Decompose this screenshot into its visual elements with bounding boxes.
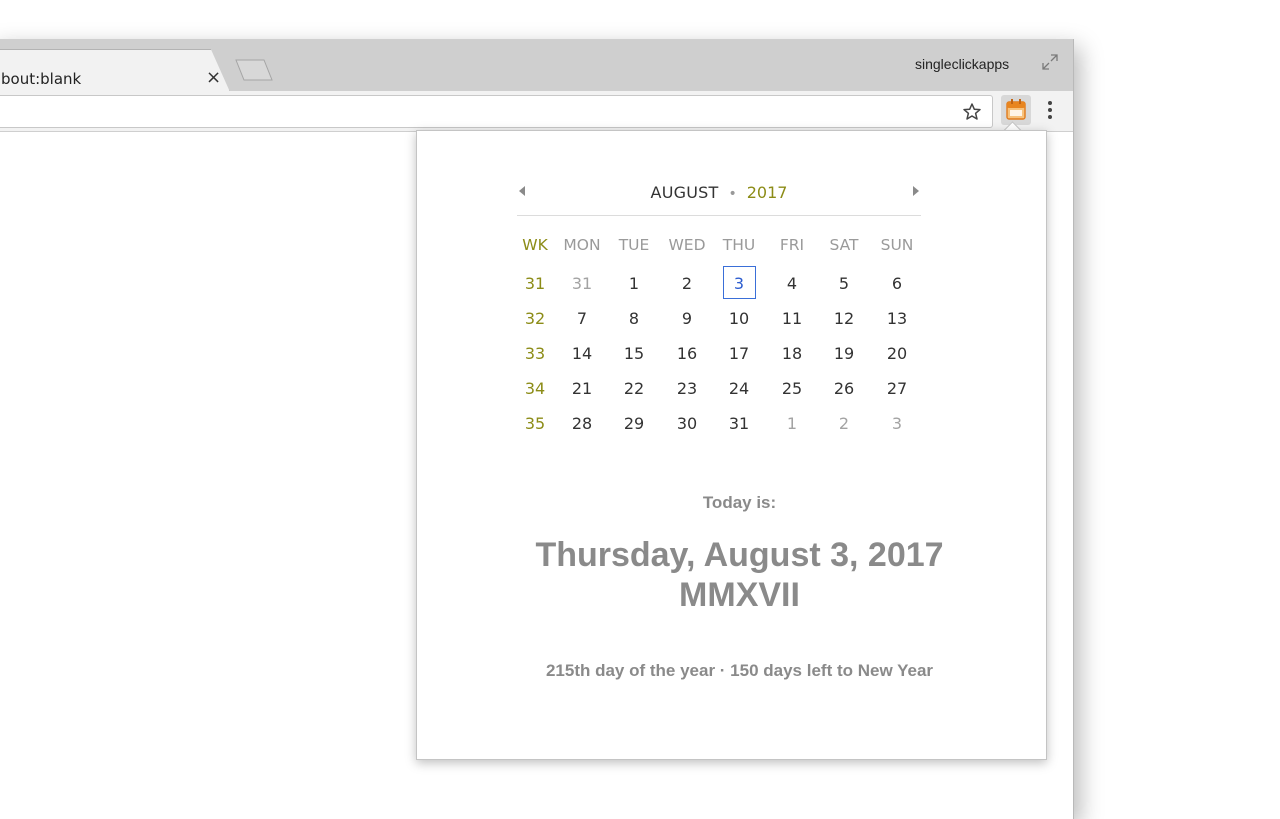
week-number: 33	[524, 344, 546, 363]
header-mon: MON	[563, 236, 601, 254]
next-month-icon[interactable]	[911, 185, 921, 197]
day-cell[interactable]: 9	[662, 301, 712, 336]
today-date: Thursday, August 3, 2017	[535, 536, 944, 574]
calendar-header: AUGUST • 2017	[517, 175, 921, 216]
month-year-separator: •	[728, 186, 737, 202]
header-tue: TUE	[618, 236, 650, 254]
day-cell[interactable]: 21	[557, 371, 607, 406]
menu-icon[interactable]	[1042, 98, 1058, 122]
today-day-label: 3	[722, 266, 756, 299]
day-cell[interactable]: 5	[819, 266, 869, 301]
today-label: Today is:	[702, 493, 777, 512]
week-row: 32 7 8 9 10 11 12 13	[510, 301, 930, 336]
toolbar	[0, 91, 1073, 132]
day-cell[interactable]: 20	[872, 336, 922, 371]
fullscreen-icon[interactable]	[1040, 52, 1060, 72]
day-cell[interactable]: 22	[609, 371, 659, 406]
calendar-grid: WK MON TUE WED THU FRI SAT SUN 31 31 1 2…	[510, 226, 930, 441]
day-cell[interactable]: 29	[609, 406, 659, 441]
day-cell[interactable]: 8	[609, 301, 659, 336]
header-sat: SAT	[829, 236, 859, 254]
tab-active[interactable]: bout:blank ×	[0, 49, 230, 92]
tab-title: bout:blank	[1, 70, 82, 88]
day-cell[interactable]: 24	[714, 371, 764, 406]
day-cell[interactable]: 2	[662, 266, 712, 301]
header-wed: WED	[668, 236, 706, 254]
week-row: 35 28 29 30 31 1 2 3	[510, 406, 930, 441]
day-cell[interactable]: 31	[557, 266, 607, 301]
day-cell[interactable]: 17	[714, 336, 764, 371]
day-cell[interactable]: 28	[557, 406, 607, 441]
calendar-icon	[1006, 99, 1026, 120]
day-cell[interactable]: 23	[662, 371, 712, 406]
day-cell[interactable]: 1	[767, 406, 817, 441]
day-cell[interactable]: 1	[609, 266, 659, 301]
day-cell-today[interactable]: 3	[714, 266, 764, 301]
day-cell[interactable]: 27	[872, 371, 922, 406]
month-year: AUGUST • 2017	[517, 183, 921, 202]
header-thu: THU	[722, 236, 756, 254]
day-cell[interactable]: 31	[714, 406, 764, 441]
day-cell[interactable]: 18	[767, 336, 817, 371]
calendar-extension-button[interactable]	[1001, 95, 1031, 125]
year-label[interactable]: 2017	[747, 183, 788, 202]
day-cell[interactable]: 4	[767, 266, 817, 301]
day-cell[interactable]: 3	[872, 406, 922, 441]
day-cell[interactable]: 10	[714, 301, 764, 336]
month-label[interactable]: AUGUST	[651, 183, 719, 202]
day-cell[interactable]: 13	[872, 301, 922, 336]
title-bar: bout:blank × singleclickapps	[0, 39, 1073, 92]
weekday-header-row: WK MON TUE WED THU FRI SAT SUN	[510, 226, 930, 261]
day-cell[interactable]: 19	[819, 336, 869, 371]
week-number: 32	[524, 309, 546, 328]
day-cell[interactable]: 2	[819, 406, 869, 441]
header-wk: WK	[522, 236, 548, 254]
day-cell[interactable]: 14	[557, 336, 607, 371]
week-number: 31	[524, 274, 546, 293]
bookmark-star-icon[interactable]	[962, 102, 982, 122]
week-row: 34 21 22 23 24 25 26 27	[510, 371, 930, 406]
day-cell[interactable]: 12	[819, 301, 869, 336]
week-row: 33 14 15 16 17 18 19 20	[510, 336, 930, 371]
day-cell[interactable]: 30	[662, 406, 712, 441]
day-cell[interactable]: 26	[819, 371, 869, 406]
calendar-popup: AUGUST • 2017 WK MON TUE WED THU FRI SAT S…	[416, 130, 1047, 760]
address-bar[interactable]	[0, 95, 993, 128]
day-cell[interactable]: 6	[872, 266, 922, 301]
day-cell[interactable]: 15	[609, 336, 659, 371]
week-number: 34	[524, 379, 546, 398]
roman-year: MMXVII	[679, 576, 800, 614]
close-icon[interactable]: ×	[206, 68, 221, 88]
day-cell[interactable]: 7	[557, 301, 607, 336]
new-tab-button[interactable]	[234, 59, 274, 81]
header-sun: SUN	[880, 236, 914, 254]
header-fri: FRI	[779, 236, 805, 254]
day-cell[interactable]: 25	[767, 371, 817, 406]
week-number: 35	[524, 414, 546, 433]
day-cell[interactable]: 11	[767, 301, 817, 336]
week-row: 31 31 1 2 3 4 5 6	[510, 266, 930, 301]
profile-name[interactable]: singleclickapps	[915, 56, 1009, 72]
day-cell[interactable]: 16	[662, 336, 712, 371]
year-progress-text: 215th day of the year · 150 days left to…	[545, 661, 934, 680]
